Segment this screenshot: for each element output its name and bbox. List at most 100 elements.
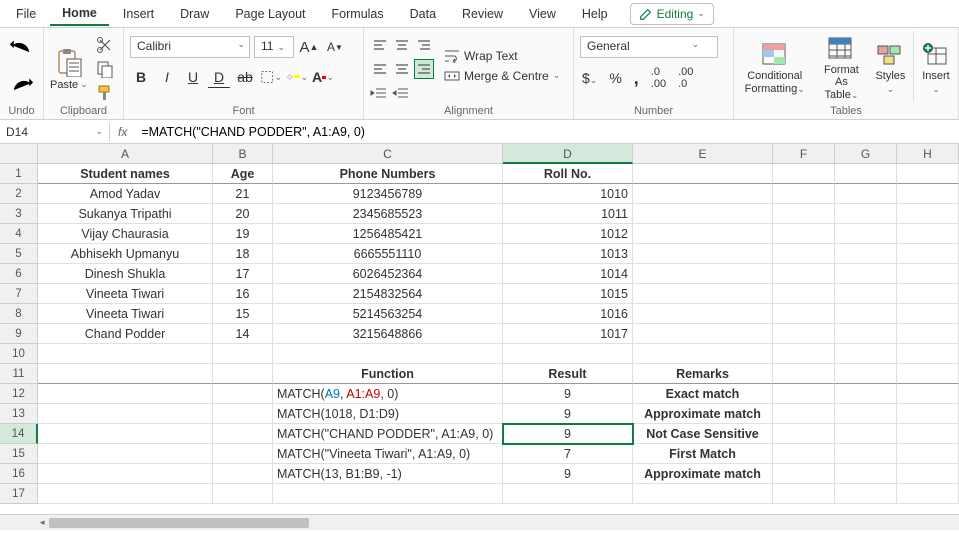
cell[interactable] <box>633 224 773 244</box>
cell[interactable] <box>633 284 773 304</box>
cell[interactable] <box>38 424 213 444</box>
cell[interactable] <box>897 324 959 344</box>
cell[interactable] <box>835 324 897 344</box>
cell[interactable] <box>38 344 213 364</box>
cell[interactable] <box>835 224 897 244</box>
cell[interactable] <box>773 264 835 284</box>
scrollbar-thumb[interactable] <box>49 518 309 528</box>
cell[interactable] <box>38 464 213 484</box>
align-bottom-right[interactable] <box>414 59 434 79</box>
cell[interactable] <box>773 344 835 364</box>
cell[interactable] <box>773 424 835 444</box>
cell[interactable]: MATCH(1018, D1:D9) <box>273 404 503 424</box>
row-header[interactable]: 13 <box>0 404 38 424</box>
col-header-A[interactable]: A <box>38 144 213 164</box>
col-header-E[interactable]: E <box>633 144 773 164</box>
row-header[interactable]: 8 <box>0 304 38 324</box>
cell[interactable]: Abhisekh Upmanyu <box>38 244 213 264</box>
cell[interactable] <box>213 384 273 404</box>
cell[interactable] <box>773 204 835 224</box>
cell[interactable] <box>897 344 959 364</box>
cell[interactable] <box>835 284 897 304</box>
cell[interactable] <box>897 384 959 404</box>
cell[interactable]: Not Case Sensitive <box>633 424 773 444</box>
cell[interactable] <box>897 244 959 264</box>
cell[interactable] <box>897 404 959 424</box>
cell[interactable]: Vineeta Tiwari <box>38 304 213 324</box>
cell[interactable]: 1012 <box>503 224 633 244</box>
redo-icon[interactable] <box>6 72 37 98</box>
cell[interactable] <box>773 304 835 324</box>
cell[interactable] <box>273 484 503 504</box>
cell[interactable]: 9 <box>503 384 633 404</box>
increase-decimal-button[interactable]: .0.00 <box>649 66 668 90</box>
row-header[interactable]: 1 <box>0 164 38 184</box>
cell[interactable]: 6026452364 <box>273 264 503 284</box>
align-top-left[interactable] <box>370 37 390 57</box>
underline-button[interactable]: U <box>182 66 204 88</box>
cell[interactable]: 20 <box>213 204 273 224</box>
cell[interactable]: 17 <box>213 264 273 284</box>
cell[interactable] <box>773 484 835 504</box>
merge-centre-button[interactable]: Merge & Centre⌄ <box>444 69 560 83</box>
cell[interactable] <box>633 344 773 364</box>
cell[interactable]: First Match <box>633 444 773 464</box>
cell[interactable]: 9123456789 <box>273 184 503 204</box>
cell[interactable] <box>835 244 897 264</box>
cell[interactable] <box>773 284 835 304</box>
col-header-F[interactable]: F <box>773 144 835 164</box>
scissors-icon[interactable] <box>96 36 114 54</box>
fx-icon[interactable]: fx <box>110 125 135 139</box>
cell[interactable] <box>897 284 959 304</box>
cell[interactable] <box>213 484 273 504</box>
cell[interactable] <box>213 424 273 444</box>
cell[interactable] <box>773 324 835 344</box>
cell[interactable]: MATCH(13, B1:B9, -1) <box>273 464 503 484</box>
cell[interactable] <box>773 444 835 464</box>
font-name-select[interactable]: Calibri⌄ <box>130 36 250 58</box>
cell[interactable] <box>633 164 773 184</box>
cell[interactable] <box>773 404 835 424</box>
row-header[interactable]: 5 <box>0 244 38 264</box>
cell[interactable] <box>773 364 835 384</box>
increase-indent-icon[interactable] <box>392 87 410 101</box>
cell[interactable] <box>633 204 773 224</box>
format-painter-icon[interactable] <box>96 84 114 102</box>
cell[interactable]: 21 <box>213 184 273 204</box>
align-top-center[interactable] <box>392 37 412 57</box>
conditional-formatting-button[interactable]: Conditional Formatting⌄ <box>740 36 809 94</box>
scroll-left-icon[interactable]: ◂ <box>40 517 45 528</box>
cell[interactable] <box>835 204 897 224</box>
cell[interactable]: 9 <box>503 464 633 484</box>
cell[interactable]: Approximate match <box>633 404 773 424</box>
font-color-button[interactable]: A⌄ <box>312 66 334 88</box>
cell[interactable] <box>773 184 835 204</box>
cell[interactable]: Roll No. <box>503 164 633 184</box>
cell[interactable] <box>835 344 897 364</box>
cell[interactable]: 3215648866 <box>273 324 503 344</box>
cell[interactable] <box>897 484 959 504</box>
row-header[interactable]: 10 <box>0 344 38 364</box>
format-as-table-button[interactable]: Format As Table⌄ <box>815 30 867 100</box>
cell[interactable]: Vijay Chaurasia <box>38 224 213 244</box>
align-bottom-left[interactable] <box>370 59 390 79</box>
cell[interactable] <box>213 404 273 424</box>
cell[interactable] <box>213 364 273 384</box>
cell[interactable] <box>897 184 959 204</box>
cell[interactable]: Exact match <box>633 384 773 404</box>
cell[interactable]: 1015 <box>503 284 633 304</box>
cell[interactable] <box>835 424 897 444</box>
font-size-select[interactable]: 11⌄ <box>254 36 294 58</box>
cell[interactable]: Result <box>503 364 633 384</box>
cell[interactable] <box>835 404 897 424</box>
col-header-G[interactable]: G <box>835 144 897 164</box>
cell[interactable]: MATCH("Vineeta Tiwari", A1:A9, 0) <box>273 444 503 464</box>
cell[interactable]: 16 <box>213 284 273 304</box>
wrap-text-button[interactable]: Wrap Text <box>444 49 560 63</box>
cell[interactable] <box>773 224 835 244</box>
tab-review[interactable]: Review <box>450 3 515 25</box>
cell[interactable] <box>38 404 213 424</box>
row-header[interactable]: 17 <box>0 484 38 504</box>
row-header[interactable]: 3 <box>0 204 38 224</box>
name-box[interactable]: D14⌄ <box>0 123 110 141</box>
